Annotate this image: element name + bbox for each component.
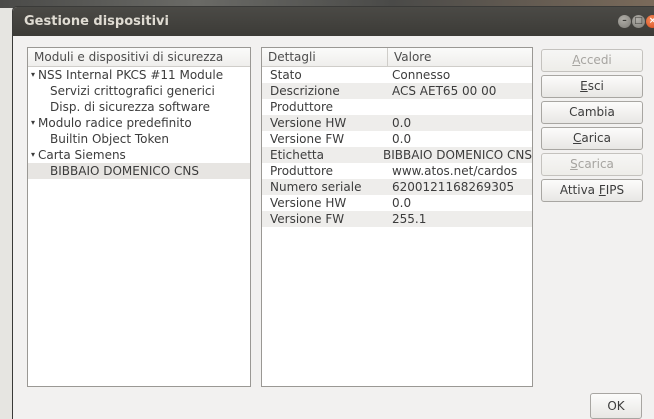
detail-value: 0.0 [392,196,412,210]
load-button[interactable]: Carica [541,127,643,150]
detail-row[interactable]: Versione HW 0.0 [262,195,532,211]
tree-item-label: Builtin Object Token [50,132,170,146]
detail-key: Versione HW [270,196,347,210]
desktop-background-left [0,8,12,419]
detail-value: BIBBAIO DOMENICO CNS [383,148,532,162]
tree-item[interactable]: Builtin Object Token [28,131,250,147]
details-pane[interactable]: Dettagli Valore Stato Connesso Descrizione… [261,47,533,387]
tree-item[interactable]: Servizi crittografici generici [28,83,250,99]
detail-key: Versione FW [270,212,345,226]
tree-item-label: NSS Internal PKCS #11 Module [38,68,224,82]
detail-value: 255.1 [392,212,427,226]
modules-tree-pane[interactable]: Moduli e dispositivi di sicurezza ▾ NSS I… [27,47,251,387]
detail-key: Descrizione [270,84,340,98]
enable-fips-button[interactable]: Attiva FIPS [541,179,643,202]
value-column-header[interactable]: Valore [388,48,431,66]
detail-key: Stato [270,68,302,82]
tree-item[interactable]: ▾ NSS Internal PKCS #11 Module [28,67,250,83]
detail-key: Produttore [270,100,334,114]
login-button[interactable]: Accedi [541,49,643,72]
change-password-button[interactable]: Cambia password [541,101,643,140]
detail-row[interactable]: Descrizione ACS AET65 00 00 [262,83,532,99]
details-grid-body: Stato Connesso Descrizione ACS AET65 00 00 P… [262,67,532,227]
device-manager-window: Gestione dispositivi – □ × Moduli e disp… [12,6,654,419]
detail-key: Numero seriale [270,180,362,194]
detail-key: Produttore [270,164,334,178]
ok-button[interactable]: OK [590,393,642,419]
close-icon[interactable]: × [646,15,654,28]
detail-row[interactable]: Produttore [262,99,532,115]
detail-value: 0.0 [392,116,412,130]
tree-item-label: BIBBAIO DOMENICO CNS [50,164,199,178]
detail-row[interactable]: Numero seriale 6200121168269305 [262,179,532,195]
expander-arrow-icon[interactable]: ▾ [31,67,38,83]
detail-row[interactable]: Versione FW 0.0 [262,131,532,147]
expander-arrow-icon[interactable]: ▾ [31,115,38,131]
tree-item[interactable]: ▾ Modulo radice predefinito [28,115,250,131]
tree-item[interactable]: ▾ Carta Siemens [28,147,250,163]
details-header[interactable]: Dettagli Valore [262,48,532,67]
titlebar[interactable]: Gestione dispositivi – □ × [13,7,654,36]
minimize-icon[interactable]: – [618,15,631,28]
expander-arrow-icon[interactable]: ▾ [31,147,38,163]
detail-row[interactable]: Versione FW 255.1 [262,211,532,227]
modules-tree-header[interactable]: Moduli e dispositivi di sicurezza [28,48,250,67]
detail-key: Etichetta [270,148,324,162]
detail-row[interactable]: Produttore www.atos.net/cardos [262,163,532,179]
tree-item-label: Modulo radice predefinito [38,116,192,130]
tree-item-label: Disp. di sicurezza software [50,100,210,114]
detail-key: Versione FW [270,132,345,146]
detail-value: www.atos.net/cardos [392,164,518,178]
detail-value: 6200121168269305 [392,180,515,194]
window-title: Gestione dispositivi [24,14,169,29]
detail-value: 0.0 [392,132,412,146]
detail-key: Versione HW [270,116,347,130]
tree-item[interactable]: BIBBAIO DOMENICO CNS [28,163,250,179]
details-column-header[interactable]: Dettagli [262,48,388,66]
unload-button[interactable]: Scarica [541,153,643,176]
modules-column-header[interactable]: Moduli e dispositivi di sicurezza [28,48,223,66]
detail-value: ACS AET65 00 00 [392,84,497,98]
detail-value: Connesso [392,68,451,82]
tree-item-label: Servizi crittografici generici [50,84,215,98]
modules-tree-body: ▾ NSS Internal PKCS #11 Module Servizi cri… [28,67,250,179]
tree-item[interactable]: Disp. di sicurezza software [28,99,250,115]
tree-item-label: Carta Siemens [38,148,126,162]
logout-button[interactable]: Esci [541,75,643,98]
detail-row[interactable]: Versione HW 0.0 [262,115,532,131]
detail-value [388,99,392,115]
detail-row[interactable]: Stato Connesso [262,67,532,83]
maximize-icon[interactable]: □ [632,15,645,28]
detail-row[interactable]: Etichetta BIBBAIO DOMENICO CNS [262,147,532,163]
